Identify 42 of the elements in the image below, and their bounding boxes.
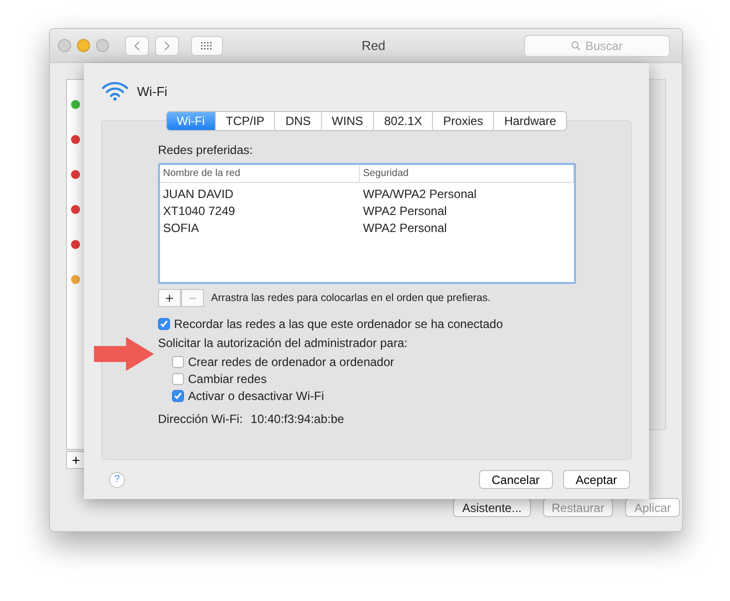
dialog-button[interactable]: Cancelar	[478, 470, 553, 489]
minimize-icon[interactable]	[77, 39, 90, 52]
tab[interactable]: Hardware	[493, 112, 566, 130]
table-cell-text: WPA/WPA2 Personal	[362, 186, 478, 200]
checkbox-label: Crear redes de ordenador a ordenador	[188, 354, 394, 368]
grid-icon	[201, 42, 213, 50]
add-button[interactable]: +	[66, 451, 86, 469]
column-header[interactable]: Seguridad	[360, 165, 574, 182]
column-header[interactable]: Nombre de la red	[160, 165, 360, 182]
chevron-right-icon	[164, 40, 170, 50]
table-cell-text: JUAN DAVID	[162, 186, 234, 200]
close-icon[interactable]	[58, 39, 71, 52]
checkbox[interactable]	[158, 318, 170, 330]
table-cell-text: WPA2 Personal	[362, 220, 448, 234]
action-button[interactable]: Asistente...	[453, 498, 531, 517]
tab[interactable]: TCP/IP	[214, 112, 274, 130]
wifi-icon	[101, 81, 129, 101]
list-label: Redes preferidas:	[158, 143, 254, 157]
checkbox[interactable]	[172, 372, 184, 384]
table-cell-text: XT1040 7249	[162, 204, 236, 218]
table-cell-text: SOFIA	[162, 220, 200, 234]
search-icon	[571, 40, 582, 50]
window-title: Red	[360, 38, 386, 53]
checkbox-label: Cambiar redes	[188, 372, 267, 386]
address-value: 10:40:f3:94:ab:be	[250, 412, 344, 426]
sheet-title: Wi-Fi	[137, 84, 168, 98]
hint-text: Arrastra las redes para colocarlas en el orden que prefieras.	[211, 292, 491, 304]
checkbox[interactable]	[172, 356, 184, 368]
arrow-icon	[94, 337, 154, 371]
zoom-icon[interactable]	[96, 39, 109, 52]
table-cell-text: WPA2 Personal	[362, 204, 448, 218]
add-button[interactable]: +	[158, 289, 181, 307]
section-label: Solicitar la autorización del administrador para:	[158, 336, 408, 352]
forward-button[interactable]	[155, 36, 179, 56]
checkbox-label: Activar o desactivar Wi-Fi	[188, 388, 324, 402]
checkbox[interactable]	[172, 390, 184, 402]
back-button[interactable]	[125, 36, 149, 56]
dialog-button[interactable]: Aceptar	[562, 470, 630, 489]
chevron-left-icon	[134, 40, 140, 50]
grid-button[interactable]	[191, 36, 223, 56]
address-label: Dirección Wi-Fi:	[158, 412, 243, 426]
checkbox-label: Recordar las redes a las que este ordenador se ha conectado	[174, 316, 503, 330]
